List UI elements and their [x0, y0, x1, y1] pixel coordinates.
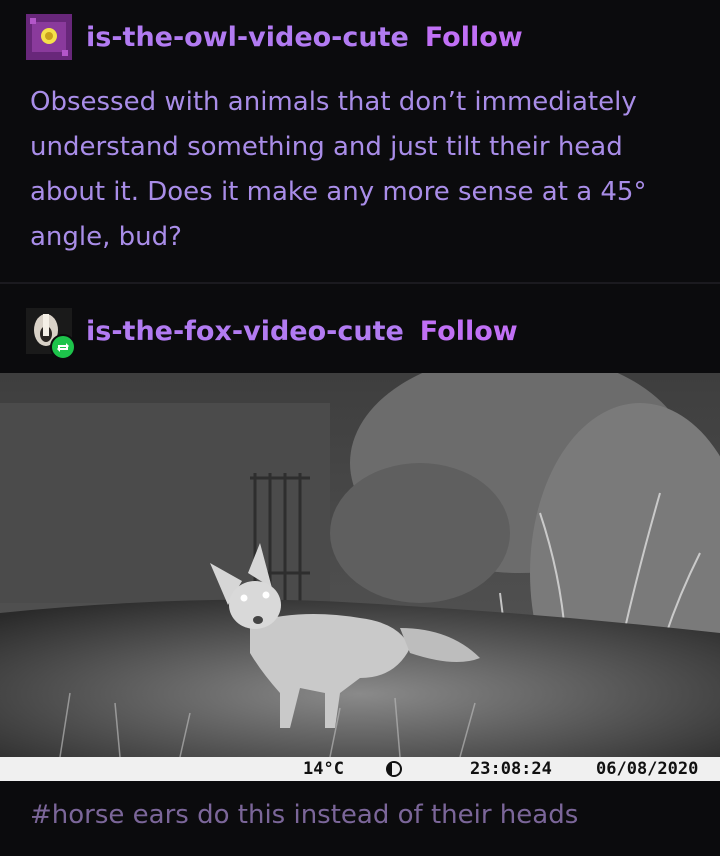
camera-info-strip: 14°C 23:08:24 06/08/2020: [0, 757, 720, 781]
post-header: is-the-fox-video-cute Follow: [26, 307, 518, 360]
post-body-text: Obsessed with animals that don’t immedia…: [30, 87, 647, 252]
follow-button[interactable]: Follow: [425, 22, 523, 53]
camera-temperature: 14°C: [303, 759, 344, 779]
follow-button[interactable]: Follow: [420, 316, 518, 347]
trail-camera-photo[interactable]: [0, 353, 720, 758]
camera-time: 23:08:24: [470, 759, 552, 779]
post-owl: is-the-owl-video-cute Follow Obsessed wi…: [0, 0, 720, 282]
reblog-icon: [50, 334, 76, 360]
moon-phase-icon: [386, 761, 402, 777]
fox-avatar-icon[interactable]: [26, 308, 76, 360]
username-link[interactable]: is-the-fox-video-cute: [86, 316, 404, 347]
camera-date: 06/08/2020: [596, 759, 699, 779]
owl-avatar-icon[interactable]: [26, 14, 72, 60]
post-header: is-the-owl-video-cute Follow: [26, 14, 523, 60]
post-tag[interactable]: #horse ears do this instead of their hea…: [30, 800, 578, 830]
username-link[interactable]: is-the-owl-video-cute: [86, 22, 409, 53]
post-divider: [0, 282, 720, 284]
